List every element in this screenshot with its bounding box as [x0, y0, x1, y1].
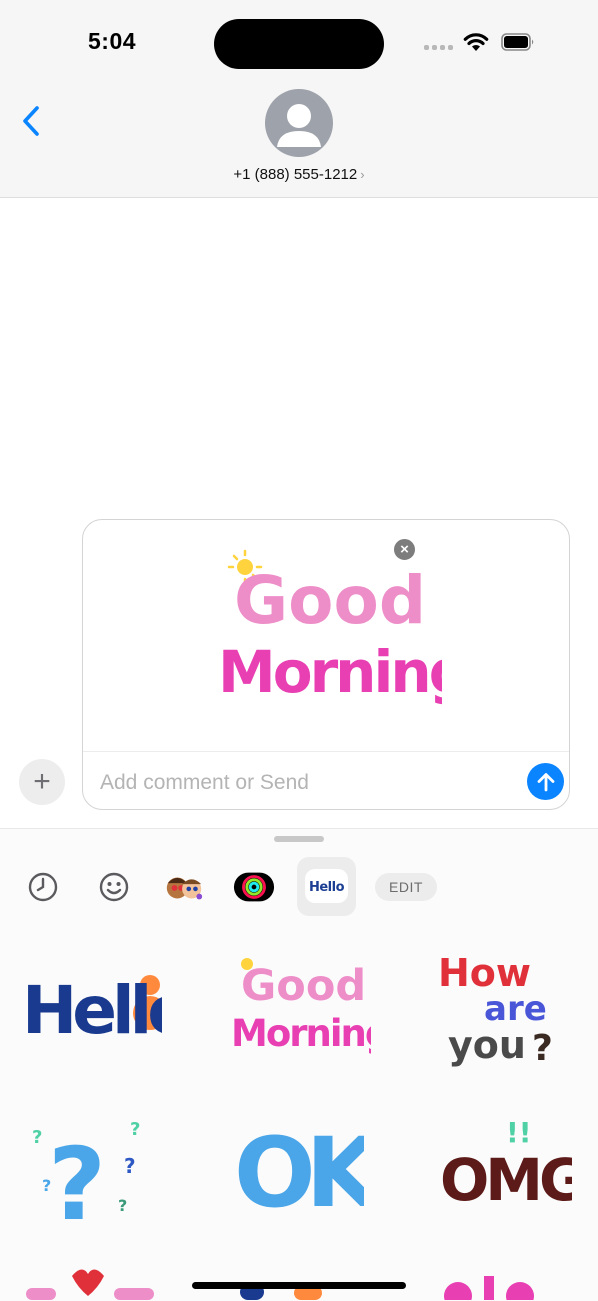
- question-mark-sticker[interactable]: ? ? ? ? ? ?: [30, 1115, 145, 1225]
- dynamic-island: [214, 19, 384, 69]
- chevron-left-icon[interactable]: [18, 102, 46, 140]
- svg-text:OMG: OMG: [440, 1146, 572, 1212]
- send-button[interactable]: [527, 763, 564, 800]
- dad-sticker[interactable]: [438, 1266, 548, 1300]
- svg-text:?: ?: [32, 1127, 42, 1148]
- arrow-up-icon: [537, 772, 554, 791]
- svg-text:Good: Good: [234, 562, 426, 639]
- memoji-icon: [166, 877, 203, 900]
- drawer-grabber[interactable]: [274, 836, 324, 842]
- compose-divider: [83, 751, 569, 752]
- cellular-signal-icon: [424, 45, 456, 51]
- plus-button[interactable]: +: [19, 759, 65, 805]
- status-time: 5:04: [88, 28, 137, 54]
- svg-text:you: you: [448, 1023, 526, 1067]
- svg-text:?: ?: [118, 1196, 127, 1215]
- activity-rings-icon: [233, 872, 275, 902]
- home-indicator[interactable]: [192, 1282, 406, 1289]
- svg-text:Hello: Hello: [22, 972, 162, 1045]
- clock-icon: [28, 872, 58, 902]
- good-morning-sticker[interactable]: Good Morning: [229, 950, 371, 1068]
- svg-text:!!: !!: [506, 1116, 532, 1149]
- hello-pack-icon: Hello: [305, 869, 348, 903]
- svg-text:?: ?: [48, 1126, 106, 1225]
- good-morning-sticker[interactable]: Good Morning: [212, 547, 442, 732]
- battery-icon: [501, 33, 534, 51]
- tab-activity[interactable]: [233, 866, 275, 908]
- svg-text:?: ?: [130, 1119, 140, 1140]
- contact-chevron: ›: [360, 167, 365, 182]
- comment-input[interactable]: [100, 768, 510, 798]
- remove-attachment-button[interactable]: ×: [392, 537, 417, 562]
- tab-emoji[interactable]: [93, 866, 135, 908]
- miss-sticker[interactable]: [22, 1262, 162, 1300]
- svg-text:Hello: Hello: [309, 880, 345, 895]
- tab-hello-pack[interactable]: Hello: [297, 857, 356, 916]
- svg-text:?: ?: [124, 1154, 136, 1178]
- ok-sticker[interactable]: OK: [234, 1118, 364, 1218]
- svg-text:Morning: Morning: [231, 1012, 371, 1055]
- omg-sticker[interactable]: !! OMG: [440, 1112, 572, 1212]
- smiley-icon: [99, 872, 129, 902]
- svg-text:?: ?: [532, 1028, 553, 1069]
- tab-recents[interactable]: [22, 866, 64, 908]
- svg-text:Morning: Morning: [218, 638, 442, 706]
- person-icon: [277, 104, 321, 147]
- svg-text:Good: Good: [241, 961, 366, 1011]
- how-are-you-sticker[interactable]: How are you ?: [438, 948, 566, 1073]
- svg-text:OK: OK: [234, 1118, 364, 1218]
- hello-sticker[interactable]: Hello: [22, 955, 162, 1045]
- contact-name[interactable]: +1 (888) 555-1212 ›: [200, 166, 398, 183]
- wifi-icon: [463, 33, 489, 51]
- tab-memoji[interactable]: [163, 866, 205, 908]
- contact-number: +1 (888) 555-1212: [233, 166, 358, 183]
- contact-avatar[interactable]: [265, 89, 333, 157]
- edit-stickers-button[interactable]: EDIT: [375, 873, 437, 901]
